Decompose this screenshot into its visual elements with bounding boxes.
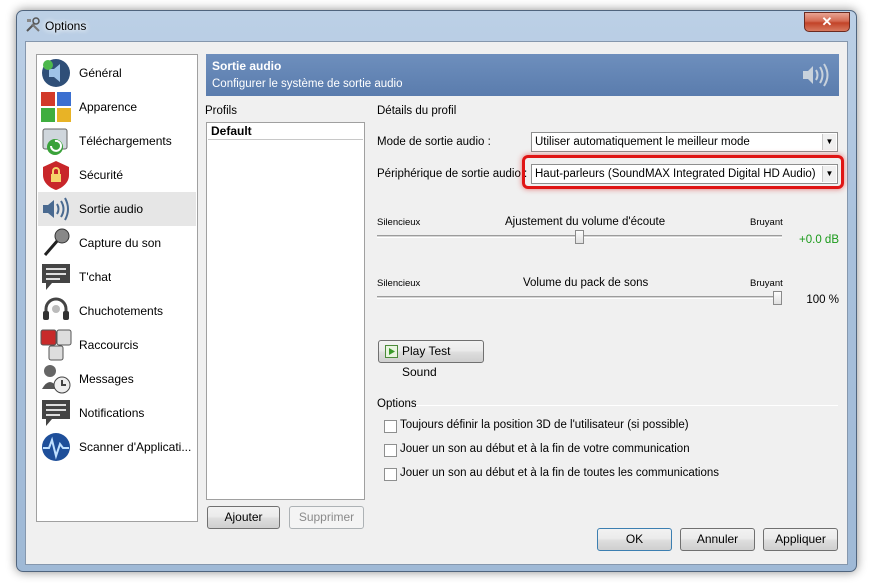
section-header: Sortie audio Configurer le système de so… <box>206 54 839 96</box>
sidebar-item-messages[interactable]: Messages <box>38 362 196 396</box>
window-title: Options <box>45 19 87 33</box>
options-window: Options ✕ Général Apparence Téléchargeme… <box>16 10 857 572</box>
dialog-client: Général Apparence Téléchargements Sécuri… <box>25 41 848 565</box>
cancel-button[interactable]: Annuler <box>680 528 755 551</box>
output-device-label: Périphérique de sortie audio : <box>377 168 528 180</box>
add-profile-button[interactable]: Ajouter <box>207 506 280 529</box>
list-item[interactable]: Default <box>208 124 363 140</box>
volume-value: +0.0 dB <box>799 234 839 246</box>
soundpack-title: Volume du pack de sons <box>523 277 649 289</box>
profiles-label: Profils <box>205 105 237 117</box>
ok-button[interactable]: OK <box>597 528 672 551</box>
sidebar-item-downloads[interactable]: Téléchargements <box>38 124 196 158</box>
microphone-icon <box>43 228 70 256</box>
option-all-transmissions-checkbox[interactable] <box>384 468 397 481</box>
notifications-icon <box>42 400 70 426</box>
profiles-list[interactable]: Default <box>206 122 365 500</box>
speaker-general-icon <box>42 59 70 87</box>
output-mode-select[interactable]: Utiliser automatiquement le meilleur mod… <box>531 132 838 152</box>
output-mode-value: Utiliser automatiquement le meilleur mod… <box>535 136 750 148</box>
speaker-output-icon <box>43 197 69 221</box>
volume-title: Ajustement du volume d'écoute <box>505 216 666 228</box>
volume-slider-thumb[interactable] <box>575 230 584 244</box>
play-icon <box>385 345 398 358</box>
soundpack-value: 100 % <box>806 294 839 306</box>
appearance-palette-icon <box>41 92 71 122</box>
speaker-header-icon <box>803 63 829 87</box>
messages-icon <box>42 365 71 394</box>
sidebar-item-scanner[interactable]: Scanner d'Applicati... <box>38 430 196 464</box>
section-title: Sortie audio <box>212 59 282 73</box>
security-lock-icon <box>43 161 69 190</box>
sidebar-item-whispers[interactable]: Chuchotements <box>38 294 196 328</box>
option-own-transmission-checkbox[interactable] <box>384 444 397 457</box>
option-3d-position-label: Toujours définir la position 3D de l'uti… <box>400 419 689 431</box>
output-device-select[interactable]: Haut-parleurs (SoundMAX Integrated Digit… <box>531 164 838 184</box>
option-own-transmission-label: Jouer un son au début et à la fin de vot… <box>400 443 690 455</box>
output-mode-label: Mode de sortie audio : <box>377 136 491 148</box>
sidebar-item-appearance[interactable]: Apparence <box>38 90 196 124</box>
category-sidebar: Général Apparence Téléchargements Sécuri… <box>36 54 198 522</box>
chat-icon <box>42 264 70 290</box>
options-divider <box>416 405 838 406</box>
sidebar-item-hotkeys[interactable]: Raccourcis <box>38 328 196 362</box>
volume-max-label: Bruyant <box>750 217 783 228</box>
sidebar-item-general[interactable]: Général <box>38 56 196 90</box>
sidebar-item-capture[interactable]: Capture du son <box>38 226 196 260</box>
option-3d-position-checkbox[interactable] <box>384 420 397 433</box>
hotkeys-icon <box>40 329 72 361</box>
sidebar-item-notifications[interactable]: Notifications <box>38 396 196 430</box>
tools-icon <box>26 17 40 32</box>
sidebar-item-security[interactable]: Sécurité <box>38 158 196 192</box>
play-test-sound-button[interactable]: Play Test Sound <box>378 340 484 379</box>
sidebar-item-audio-output[interactable]: Sortie audio <box>38 192 196 226</box>
section-subtitle: Configurer le système de sortie audio <box>212 78 403 90</box>
remove-profile-button[interactable]: Supprimer <box>289 506 364 529</box>
soundpack-min-label: Silencieux <box>377 278 421 289</box>
profile-details-label: Détails du profil <box>377 105 457 117</box>
output-device-value: Haut-parleurs (SoundMAX Integrated Digit… <box>535 168 816 180</box>
close-button[interactable]: ✕ <box>804 12 850 32</box>
scanner-globe-icon <box>42 433 70 461</box>
headset-icon <box>43 297 69 320</box>
play-test-sound-label: Play Test Sound <box>402 344 451 379</box>
apply-button[interactable]: Appliquer <box>763 528 838 551</box>
chevron-down-icon: ▼ <box>822 166 836 182</box>
volume-min-label: Silencieux <box>377 217 421 228</box>
soundpack-slider-track[interactable] <box>377 296 782 299</box>
chevron-down-icon: ▼ <box>822 134 836 150</box>
sidebar-item-chat[interactable]: T'chat <box>38 260 196 294</box>
options-group-label: Options <box>377 398 417 410</box>
option-all-transmissions-label: Jouer un son au début et à la fin de tou… <box>400 467 720 479</box>
title-bar: Options ✕ <box>17 11 856 41</box>
download-icon <box>42 128 68 155</box>
soundpack-max-label: Bruyant <box>750 278 783 289</box>
